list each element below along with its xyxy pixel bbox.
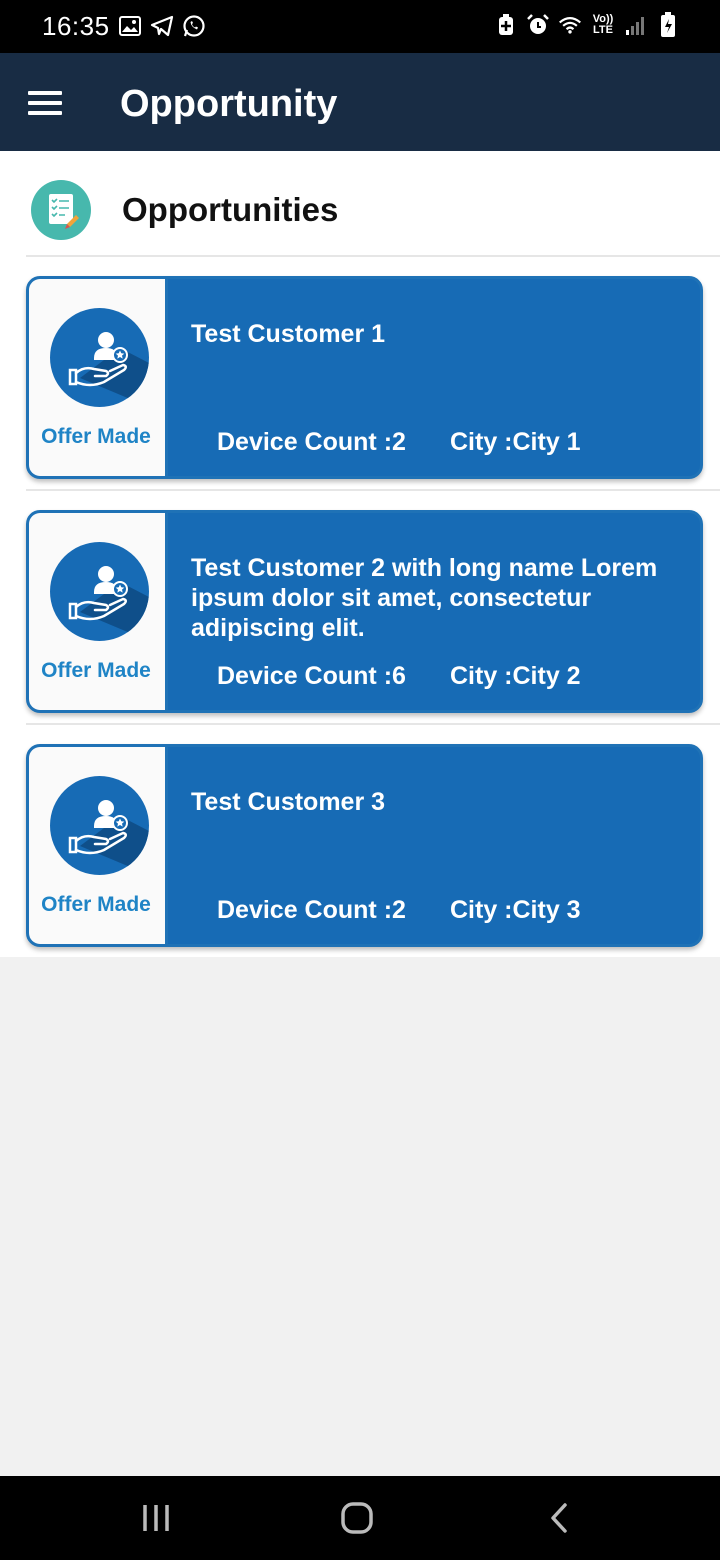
status-notification-icons <box>118 13 206 39</box>
customer-name: Test Customer 3 <box>191 788 386 816</box>
battery-saver-icon <box>494 12 518 38</box>
signal-icon <box>624 12 648 38</box>
device-count: Device Count :6 <box>217 662 406 690</box>
section-title: Opportunities <box>122 191 339 228</box>
card-status-panel: Offer Made <box>29 747 168 944</box>
status-time: 16:35 <box>42 11 110 41</box>
divider <box>26 723 720 725</box>
device-count: Device Count :2 <box>217 896 406 924</box>
status-label: Offer Made <box>41 659 151 682</box>
customer-name: Test Customer 1 <box>191 320 386 348</box>
offer-made-icon <box>50 308 149 407</box>
alarm-icon <box>526 12 550 38</box>
battery-icon <box>656 12 680 38</box>
status-label: Offer Made <box>41 893 151 916</box>
divider <box>26 255 720 257</box>
image-icon <box>118 13 142 39</box>
main-content: Opportunities Offer Made Test Customer 1… <box>0 151 720 957</box>
divider <box>26 489 720 491</box>
status-system-icons: Vo)) LTE <box>494 12 680 38</box>
recent-apps-icon[interactable] <box>126 1498 186 1538</box>
status-label: Offer Made <box>41 425 151 448</box>
volte-icon: Vo)) LTE <box>590 12 616 38</box>
customer-name: Test Customer 2 with long name Lorem ips… <box>191 554 658 642</box>
offer-made-icon <box>50 542 149 641</box>
system-nav-bar <box>0 1476 720 1560</box>
city: City :City 2 <box>450 662 581 690</box>
wifi-icon <box>558 12 582 38</box>
app-bar: Opportunity <box>0 53 720 151</box>
hamburger-menu-icon[interactable] <box>28 91 62 115</box>
opportunity-card[interactable]: Offer Made Test Customer 3 Device Count … <box>26 744 703 947</box>
city: City :City 3 <box>450 896 581 924</box>
offer-made-icon <box>50 776 149 875</box>
page-title: Opportunity <box>120 83 338 125</box>
city: City :City 1 <box>450 428 581 456</box>
checklist-icon <box>31 180 91 240</box>
home-icon[interactable] <box>327 1498 387 1538</box>
whatsapp-icon <box>182 13 206 39</box>
section-header: Opportunities <box>0 151 720 257</box>
status-bar: 16:35 Vo)) LTE <box>0 0 720 53</box>
volte-bottom-text: LTE <box>593 24 613 36</box>
back-icon[interactable] <box>529 1498 589 1538</box>
card-status-panel: Offer Made <box>29 279 168 476</box>
device-count: Device Count :2 <box>217 428 406 456</box>
opportunity-card[interactable]: Offer Made Test Customer 2 with long nam… <box>26 510 703 713</box>
opportunity-card[interactable]: Offer Made Test Customer 1 Device Count … <box>26 276 703 479</box>
telegram-icon <box>150 13 174 39</box>
card-status-panel: Offer Made <box>29 513 168 710</box>
